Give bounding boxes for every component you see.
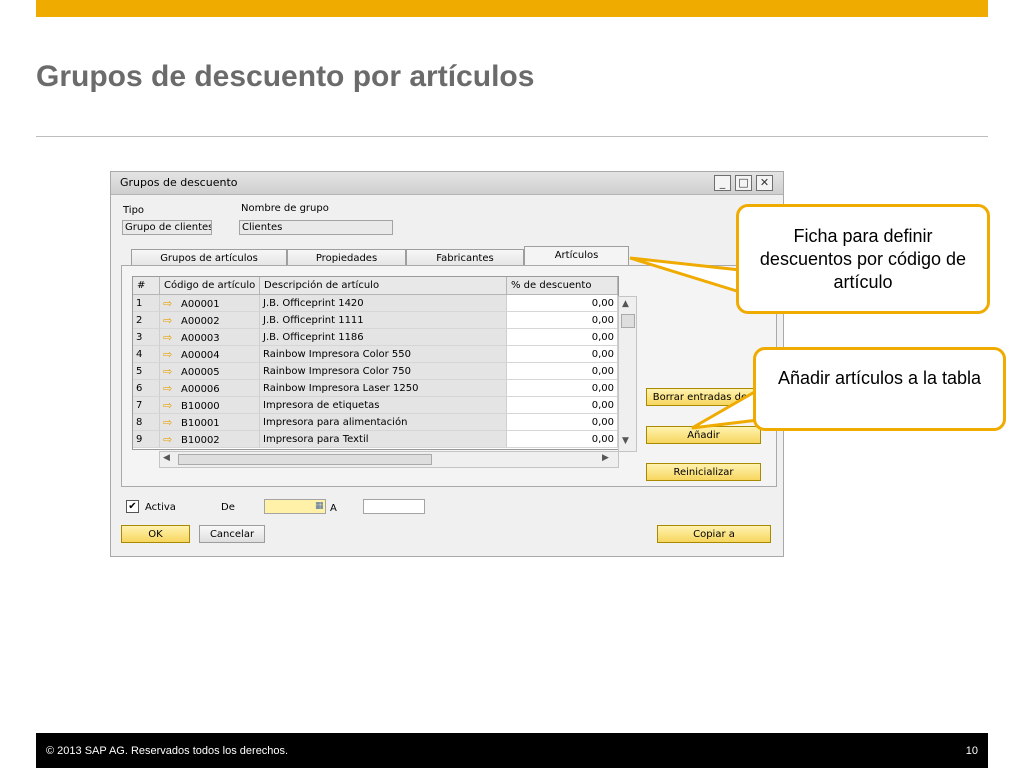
table-row[interactable]: 3 ⇨ A00003 J.B. Officeprint 1186 0,00 <box>133 329 618 346</box>
top-accent-bar <box>36 0 988 17</box>
cell-code: ⇨ A00004 <box>160 346 260 363</box>
table-row[interactable]: 9 ⇨ B10002 Impresora para Textil 0,00 <box>133 431 618 448</box>
cell-code: ⇨ A00006 <box>160 380 260 397</box>
hscroll-thumb[interactable] <box>178 454 432 465</box>
copyright-text: © 2013 SAP AG. Reservados todos los dere… <box>46 745 289 757</box>
table-row[interactable]: 2 ⇨ A00002 J.B. Officeprint 1111 0,00 <box>133 312 618 329</box>
cell-description: Rainbow Impresora Color 550 <box>260 346 507 363</box>
column-header-number[interactable]: # <box>133 277 160 295</box>
arrow-link-icon[interactable]: ⇨ <box>163 346 177 362</box>
window-titlebar[interactable]: Grupos de descuento _ □ ✕ <box>111 172 783 195</box>
column-header-description[interactable]: Descripción de artículo <box>260 277 507 295</box>
item-code: A00001 <box>181 299 220 310</box>
cell-description: J.B. Officeprint 1420 <box>260 295 507 312</box>
de-label: De <box>221 502 235 513</box>
cell-code: ⇨ A00002 <box>160 312 260 329</box>
cell-number: 4 <box>133 346 160 363</box>
maximize-icon[interactable]: □ <box>735 175 752 191</box>
cell-code: ⇨ B10002 <box>160 431 260 448</box>
arrow-link-icon[interactable]: ⇨ <box>163 312 177 328</box>
cell-code: ⇨ A00001 <box>160 295 260 312</box>
reinicializar-button[interactable]: Reinicializar <box>646 463 761 481</box>
item-code: A00004 <box>181 350 220 361</box>
activa-label: Activa <box>145 502 176 513</box>
cell-number: 5 <box>133 363 160 380</box>
arrow-link-icon[interactable]: ⇨ <box>163 295 177 311</box>
column-header-code[interactable]: Código de artículo <box>160 277 260 295</box>
scroll-right-icon[interactable]: ▶ <box>602 453 609 463</box>
calendar-icon[interactable]: ▦ <box>315 501 324 511</box>
articles-table: # Código de artículo Descripción de artí… <box>132 276 619 450</box>
table-row[interactable]: 1 ⇨ A00001 J.B. Officeprint 1420 0,00 <box>133 295 618 312</box>
item-code: A00003 <box>181 333 220 344</box>
slide-title: Grupos de descuento por artículos <box>36 60 535 93</box>
arrow-link-icon[interactable]: ⇨ <box>163 380 177 396</box>
a-date-field[interactable] <box>363 499 425 514</box>
cell-number: 1 <box>133 295 160 312</box>
cell-code: ⇨ A00005 <box>160 363 260 380</box>
slide-footer: © 2013 SAP AG. Reservados todos los dere… <box>36 733 988 768</box>
cell-number: 2 <box>133 312 160 329</box>
callout-ficha: Ficha para definir descuentos por código… <box>736 204 990 314</box>
arrow-link-icon[interactable]: ⇨ <box>163 329 177 345</box>
scroll-left-icon[interactable]: ◀ <box>163 453 170 463</box>
a-label: A <box>330 503 337 514</box>
table-row[interactable]: 6 ⇨ A00006 Rainbow Impresora Laser 1250 0,00 <box>133 380 618 397</box>
cell-number: 7 <box>133 397 160 414</box>
item-code: A00002 <box>181 316 220 327</box>
table-horizontal-scrollbar[interactable]: ◀ ▶ <box>159 451 619 468</box>
item-code: B10001 <box>181 418 220 429</box>
callout-anadir: Añadir artículos a la tabla <box>753 347 1006 431</box>
table-row[interactable]: 7 ⇨ B10000 Impresora de etiquetas 0,00 <box>133 397 618 414</box>
item-code: B10002 <box>181 435 220 446</box>
item-code: B10000 <box>181 401 220 412</box>
cell-description: Impresora de etiquetas <box>260 397 507 414</box>
nombre-grupo-label: Nombre de grupo <box>241 203 329 214</box>
window-title: Grupos de descuento <box>120 176 238 189</box>
minimize-icon[interactable]: _ <box>714 175 731 191</box>
title-divider <box>36 136 988 137</box>
nombre-grupo-field[interactable]: Clientes <box>239 220 393 235</box>
cell-description: Impresora para Textil <box>260 431 507 448</box>
tipo-field[interactable]: Grupo de clientes <box>122 220 212 235</box>
table-row[interactable]: 5 ⇨ A00005 Rainbow Impresora Color 750 0,00 <box>133 363 618 380</box>
arrow-link-icon[interactable]: ⇨ <box>163 397 177 413</box>
item-code: A00005 <box>181 367 220 378</box>
close-icon[interactable]: ✕ <box>756 175 773 191</box>
cell-description: J.B. Officeprint 1111 <box>260 312 507 329</box>
cell-code: ⇨ B10000 <box>160 397 260 414</box>
callout-pointer-ficha <box>629 256 742 295</box>
cell-code: ⇨ A00003 <box>160 329 260 346</box>
arrow-link-icon[interactable]: ⇨ <box>163 414 177 430</box>
arrow-link-icon[interactable]: ⇨ <box>163 363 177 379</box>
table-row[interactable]: 4 ⇨ A00004 Rainbow Impresora Color 550 0,00 <box>133 346 618 363</box>
arrow-link-icon[interactable]: ⇨ <box>163 431 177 447</box>
cell-description: Impresora para alimentación <box>260 414 507 431</box>
ok-button[interactable]: OK <box>121 525 190 543</box>
copiar-a-button[interactable]: Copiar a <box>657 525 771 543</box>
tipo-label: Tipo <box>123 205 145 216</box>
cell-number: 6 <box>133 380 160 397</box>
activa-checkbox[interactable]: ✔ <box>126 500 139 513</box>
cell-description: Rainbow Impresora Color 750 <box>260 363 507 380</box>
page-number: 10 <box>965 745 978 757</box>
cell-number: 3 <box>133 329 160 346</box>
cell-number: 9 <box>133 431 160 448</box>
cell-description: Rainbow Impresora Laser 1250 <box>260 380 507 397</box>
cancel-button[interactable]: Cancelar <box>199 525 265 543</box>
cell-number: 8 <box>133 414 160 431</box>
table-row[interactable]: 8 ⇨ B10001 Impresora para alimentación 0,00 <box>133 414 618 431</box>
cell-description: J.B. Officeprint 1186 <box>260 329 507 346</box>
cell-code: ⇨ B10001 <box>160 414 260 431</box>
callout-pointer-anadir <box>691 387 760 430</box>
item-code: A00006 <box>181 384 220 395</box>
